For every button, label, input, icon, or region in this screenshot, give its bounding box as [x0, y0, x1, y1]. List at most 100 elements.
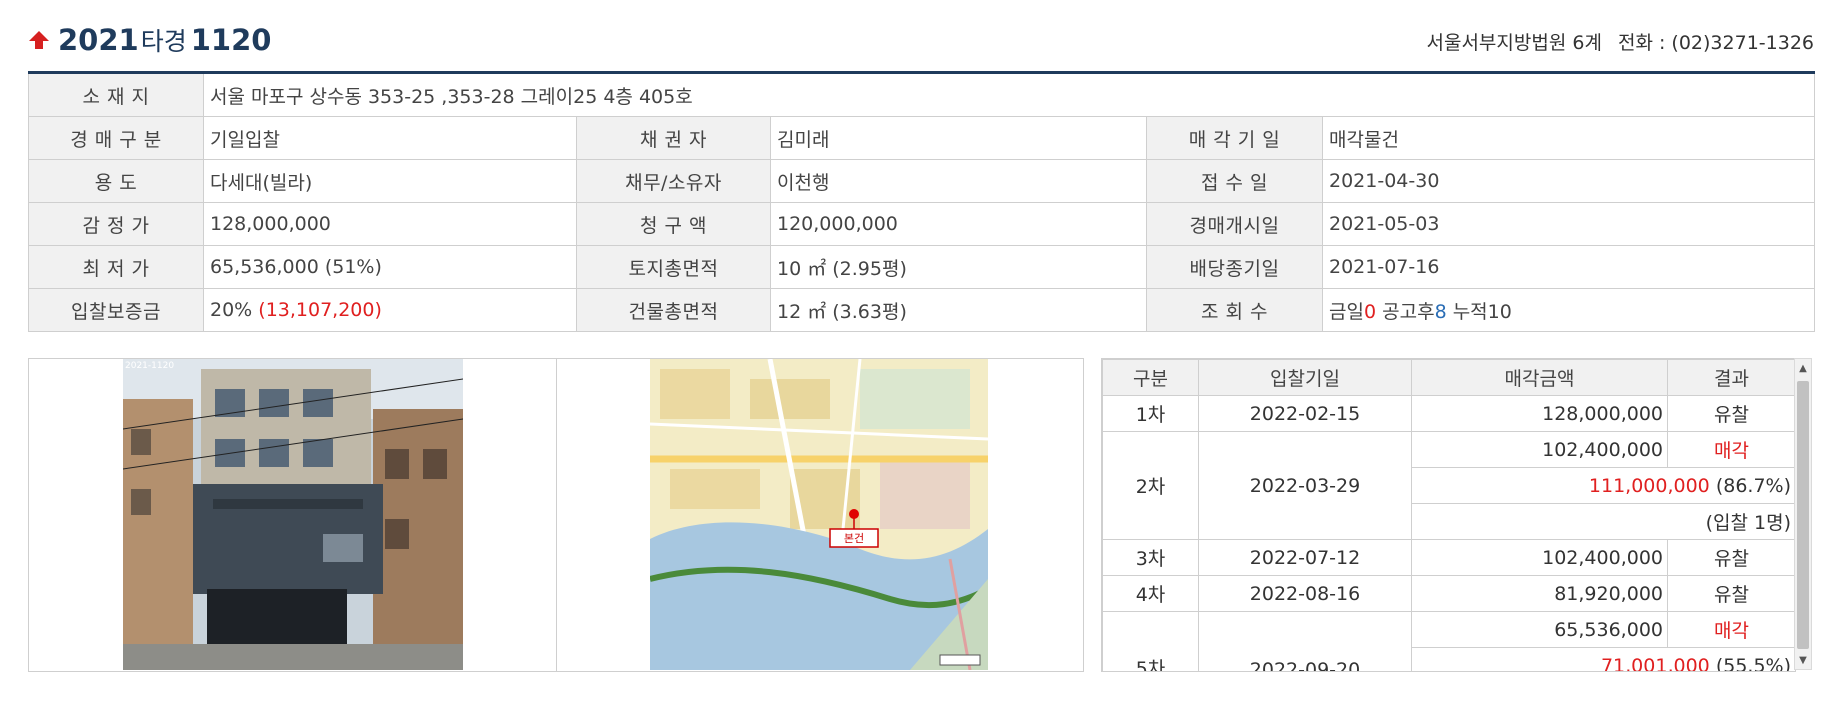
views-after-count: 8: [1434, 300, 1447, 323]
sold-amount: 71,001,000 (55.5%): [1411, 647, 1795, 672]
bid-history-panel: 구분 입찰기일 매각금액 결과 1차 2022-02-15 128,000,00…: [1101, 358, 1796, 672]
building-area-value: 12 ㎡ (3.63평): [770, 288, 1147, 332]
deposit-percent: 20%: [210, 299, 253, 321]
sold-percent: (55.5%): [1715, 654, 1791, 672]
min-price-value: 65,536,000 (51%): [203, 245, 577, 289]
table-row: 소 재 지 서울 마포구 상수동 353-25 ,353-28 그레이25 4층…: [28, 72, 1816, 117]
col-date: 입찰기일: [1198, 359, 1412, 396]
property-info-table: 소 재 지 서울 마포구 상수동 353-25 ,353-28 그레이25 4층…: [28, 71, 1816, 332]
case-year: 2021: [58, 23, 139, 57]
photo-panel: 2021-1120 본건: [28, 358, 1084, 672]
bid-result: 매각: [1667, 431, 1795, 468]
table-row: 1차 2022-02-15 128,000,000 유찰: [1102, 395, 1795, 432]
table-row: 경 매 구 분 기일입찰 채 권 자 김미래 매 각 기 일 매각물건: [28, 116, 1816, 160]
views-today-label: 금일: [1329, 300, 1364, 323]
bid-date: 2022-03-29: [1198, 431, 1412, 540]
bid-header-row: 구분 입찰기일 매각금액 결과: [1102, 359, 1795, 396]
photo-watermark: 2021-1120: [125, 361, 174, 371]
views-label: 조 회 수: [1146, 288, 1323, 332]
court-name: 서울서부지방법원 6계: [1426, 32, 1602, 54]
bid-result: 유찰: [1667, 575, 1795, 612]
col-round: 구분: [1102, 359, 1199, 396]
sold-amount: 111,000,000 (86.7%): [1411, 467, 1795, 504]
up-arrow-icon[interactable]: [28, 29, 50, 51]
bid-round: 4차: [1102, 575, 1199, 612]
sale-date-label: 매 각 기 일: [1146, 116, 1323, 160]
bid-round: 3차: [1102, 539, 1199, 576]
case-type: 타경: [140, 27, 187, 56]
location-value: 서울 마포구 상수동 353-25 ,353-28 그레이25 4층 405호: [202, 72, 1816, 117]
bid-result: 유찰: [1667, 395, 1795, 432]
bidder-count: (입찰 1명): [1411, 503, 1795, 540]
receipt-date-value: 2021-04-30: [1321, 159, 1816, 203]
bid-date: 2022-02-15: [1198, 395, 1412, 432]
court-phone: 전화 : (02)3271-1326: [1617, 32, 1814, 54]
scroll-thumb[interactable]: [1797, 381, 1809, 649]
map-marker-label: 본건: [844, 532, 864, 545]
case-header: 2021 타경 1120 서울서부지방법원 6계 전화 : (02)3271-1…: [28, 18, 1814, 58]
court-info: 서울서부지방법원 6계 전화 : (02)3271-1326: [1426, 28, 1814, 55]
sold-price: 71,001,000: [1600, 654, 1710, 672]
bid-amount: 102,400,000: [1411, 539, 1668, 576]
deposit-amount: (13,107,200): [258, 299, 382, 321]
bid-date: 2022-07-12: [1198, 539, 1412, 576]
col-amount: 매각금액: [1411, 359, 1668, 396]
location-label: 소 재 지: [28, 72, 204, 117]
bid-date: 2022-08-16: [1198, 575, 1412, 612]
creditor-label: 채 권 자: [576, 116, 771, 160]
bid-amount: 81,920,000: [1411, 575, 1668, 612]
photo-divider: [556, 359, 557, 671]
land-area-value: 10 ㎡ (2.95평): [770, 245, 1147, 289]
bid-date: 2022-09-20: [1198, 611, 1412, 671]
building-area-label: 건물총면적: [576, 288, 771, 332]
auction-type-value: 기일입찰: [203, 116, 577, 160]
views-today-count: 0: [1363, 300, 1377, 323]
map-image: 본건: [650, 359, 988, 670]
location-map[interactable]: 본건: [650, 359, 988, 670]
dividend-date-label: 배당종기일: [1146, 245, 1323, 289]
sale-date-value: 매각물건: [1321, 116, 1816, 160]
scroll-up-icon[interactable]: ▲: [1795, 359, 1811, 377]
start-date-value: 2021-05-03: [1321, 202, 1816, 246]
table-row: 2차 2022-03-29 102,400,000 매각: [1102, 431, 1795, 540]
appraisal-label: 감 정 가: [28, 202, 204, 246]
scroll-down-icon[interactable]: ▼: [1795, 651, 1811, 669]
building-photo[interactable]: 2021-1120: [123, 359, 463, 670]
bid-round: 1차: [1102, 395, 1199, 432]
views-value: 금일0 공고후8 누적10: [1321, 288, 1816, 332]
usage-label: 용 도: [28, 159, 204, 203]
debtor-label: 채무/소유자: [576, 159, 771, 203]
deposit-label: 입찰보증금: [28, 288, 204, 332]
appraisal-value: 128,000,000: [203, 202, 577, 246]
dividend-date-value: 2021-07-16: [1321, 245, 1816, 289]
bid-history-table: 구분 입찰기일 매각금액 결과 1차 2022-02-15 128,000,00…: [1102, 359, 1795, 672]
case-title: 2021 타경 1120: [28, 22, 271, 58]
creditor-value: 김미래: [770, 116, 1147, 160]
bid-history-scrollbar[interactable]: ▲ ▼: [1794, 358, 1812, 670]
bid-result: 매각: [1667, 611, 1795, 648]
bid-amount: 65,536,000: [1411, 611, 1668, 648]
table-row: 용 도 다세대(빌라) 채무/소유자 이천행 접 수 일 2021-04-30: [28, 159, 1816, 203]
case-number: 1120: [190, 23, 272, 57]
land-area-label: 토지총면적: [576, 245, 771, 289]
table-row: 4차 2022-08-16 81,920,000 유찰: [1102, 575, 1795, 612]
views-total: 누적10: [1452, 300, 1512, 323]
bid-amount: 128,000,000: [1411, 395, 1668, 432]
views-after-label: 공고후: [1382, 300, 1435, 323]
table-row: 최 저 가 65,536,000 (51%) 토지총면적 10 ㎡ (2.95평…: [28, 245, 1816, 289]
table-row: 감 정 가 128,000,000 청 구 액 120,000,000 경매개시…: [28, 202, 1816, 246]
bid-result: 유찰: [1667, 539, 1795, 576]
bid-round: 2차: [1102, 431, 1199, 540]
claim-value: 120,000,000: [770, 202, 1147, 246]
bid-amount: 102,400,000: [1411, 431, 1668, 468]
claim-label: 청 구 액: [576, 202, 771, 246]
receipt-date-label: 접 수 일: [1146, 159, 1323, 203]
table-row: 5차 2022-09-20 65,536,000 매각: [1102, 611, 1795, 671]
col-result: 결과: [1667, 359, 1795, 396]
table-row: 입찰보증금 20% (13,107,200) 건물총면적 12 ㎡ (3.63평…: [28, 288, 1816, 332]
sold-percent: (86.7%): [1715, 474, 1791, 497]
debtor-value: 이천행: [770, 159, 1147, 203]
sold-price: 111,000,000: [1588, 474, 1710, 497]
table-row: 3차 2022-07-12 102,400,000 유찰: [1102, 539, 1795, 576]
usage-value: 다세대(빌라): [203, 159, 577, 203]
